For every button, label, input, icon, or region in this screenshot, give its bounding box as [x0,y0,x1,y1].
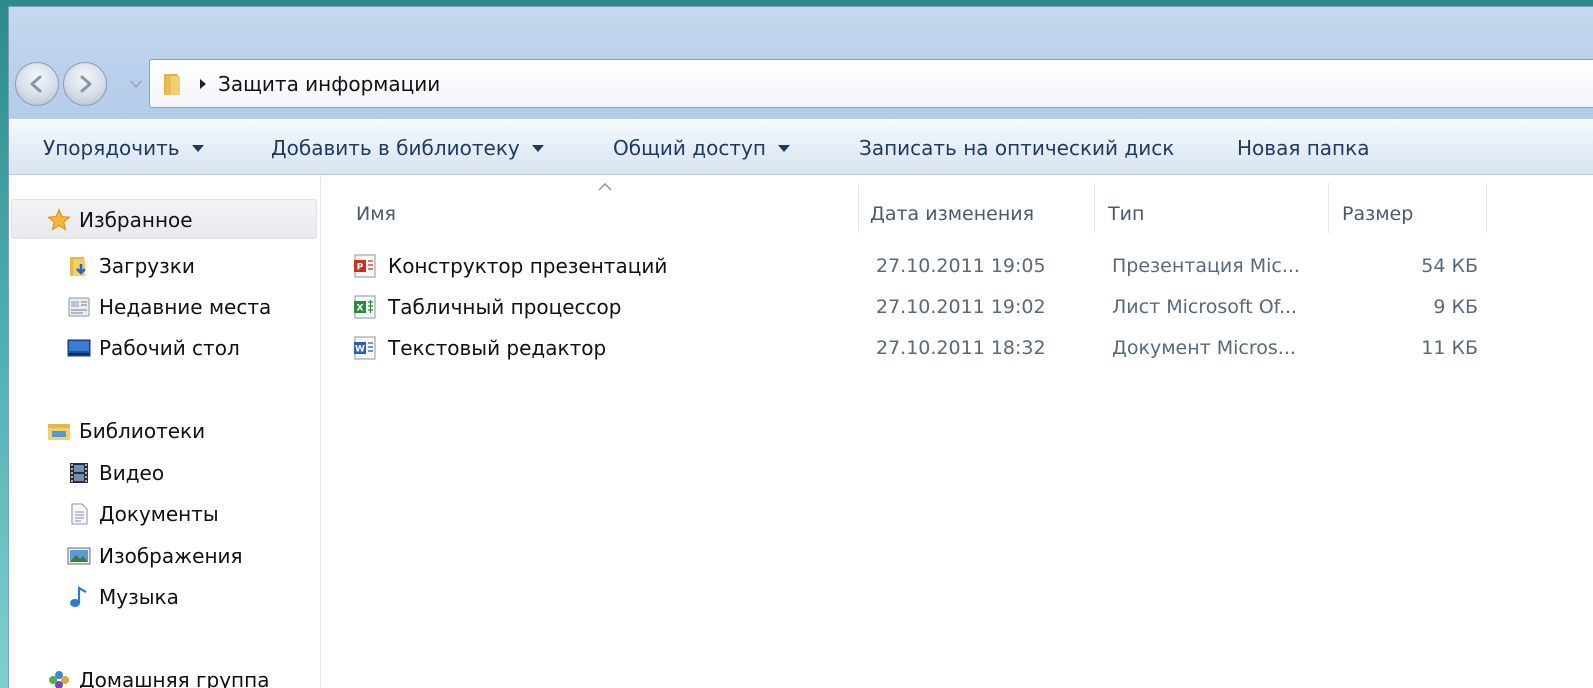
sidebar-item-label: Музыка [99,585,179,609]
sidebar-item-recent-places[interactable]: Недавние места [67,290,271,324]
file-size: 9 КБ [1433,296,1478,318]
sidebar-item-label: Недавние места [99,295,272,319]
column-header-type[interactable]: Тип [1108,189,1144,239]
sidebar-item-homegroup[interactable]: Домашняя группа [47,663,269,688]
explorer-window: Защита информации Упорядочить Добавить в… [8,6,1593,688]
forward-arrow-icon [80,75,92,93]
breadcrumb-current-folder[interactable]: Защита информации [218,72,440,96]
svg-text:P: P [357,263,364,273]
file-name-cell[interactable]: W Текстовый редактор [352,329,606,367]
date-modified: 27.10.2011 19:05 [876,255,1046,277]
column-divider[interactable] [1486,183,1487,233]
sidebar-item-video[interactable]: Видео [67,456,164,490]
recent-places-icon [68,297,90,317]
svg-text:W: W [355,345,365,355]
chevron-down-icon [191,144,204,152]
back-arrow-icon [30,75,42,93]
chevron-down-icon [777,144,790,152]
column-header-date[interactable]: Дата изменения [870,189,1034,239]
column-header-name[interactable]: Имя [356,189,396,239]
title-bar: Защита информации [9,7,1593,119]
sidebar-item-label: Изображения [99,544,243,568]
word-icon: W [354,336,376,360]
sidebar-item-documents[interactable]: Документы [67,497,219,531]
date-modified: 27.10.2011 18:32 [876,337,1046,359]
column-divider[interactable] [1328,183,1329,233]
recent-pages-dropdown-icon[interactable] [129,77,143,91]
command-bar: Упорядочить Добавить в библиотеку Общий … [9,119,1593,175]
file-name-cell[interactable]: X Табличный процессор [352,288,621,326]
homegroup-icon [49,671,69,688]
libraries-icon [48,424,70,440]
navigation-pane: Избранное Загрузки Недавние места Рабочи… [9,175,321,688]
burn-label: Записать на оптический диск [859,136,1175,160]
sidebar-item-libraries[interactable]: Библиотеки [47,414,205,448]
column-header-size[interactable]: Размер [1342,189,1413,239]
new-folder-button[interactable]: Новая папка [1237,120,1369,176]
file-list: Имя Дата изменения Тип Размер P Конструк… [322,175,1593,688]
organize-button[interactable]: Упорядочить [43,120,204,176]
address-bar[interactable]: Защита информации [149,59,1593,108]
sidebar-item-label: Избранное [79,208,193,232]
sidebar-item-label: Библиотеки [79,419,206,443]
file-type: Лист Microsoft Of... [1112,296,1298,318]
add-to-library-label: Добавить в библиотеку [271,136,520,160]
new-folder-label: Новая папка [1237,136,1370,160]
sort-ascending-icon [598,183,612,191]
share-label: Общий доступ [613,136,766,160]
add-to-library-button[interactable]: Добавить в библиотеку [271,120,544,176]
sidebar-item-desktop[interactable]: Рабочий стол [67,331,240,365]
file-name: Текстовый редактор [388,336,607,360]
chevron-down-icon [531,144,544,152]
column-divider[interactable] [858,183,859,233]
column-divider[interactable] [1094,183,1095,233]
music-icon [70,586,87,607]
sidebar-item-music[interactable]: Музыка [67,580,179,614]
sidebar-item-label: Документы [99,502,219,526]
excel-icon: X [354,295,376,319]
table-row[interactable]: P Конструктор презентаций 27.10.2011 19:… [352,247,1492,285]
downloads-folder-icon [70,257,86,276]
pictures-icon [67,547,91,565]
documents-icon [71,503,88,525]
sidebar-item-favorites[interactable]: Избранное [47,203,193,237]
sidebar-item-pictures[interactable]: Изображения [67,539,243,573]
sidebar-item-label: Загрузки [99,254,195,278]
table-row[interactable]: X Табличный процессор 27.10.2011 19:02 Л… [352,288,1492,326]
forward-button[interactable] [63,62,107,106]
burn-button[interactable]: Записать на оптический диск [859,120,1174,176]
organize-label: Упорядочить [43,136,180,160]
file-type: Документ Micros... [1112,337,1296,359]
desktop-icon [67,339,91,357]
breadcrumb-arrow-icon[interactable] [198,78,208,90]
star-icon [47,208,71,231]
file-name: Табличный процессор [388,295,622,319]
file-name-cell[interactable]: P Конструктор презентаций [352,247,667,285]
sidebar-item-label: Домашняя группа [79,668,270,688]
file-name: Конструктор презентаций [388,254,668,278]
sidebar-item-label: Видео [99,461,165,485]
svg-text:X: X [357,304,364,314]
video-icon [70,463,88,483]
file-size: 11 КБ [1421,337,1478,359]
powerpoint-icon: P [354,254,376,278]
sidebar-item-label: Рабочий стол [99,336,240,360]
folder-icon [164,73,180,95]
date-modified: 27.10.2011 19:02 [876,296,1046,318]
share-button[interactable]: Общий доступ [613,120,790,176]
sidebar-item-downloads[interactable]: Загрузки [67,249,195,283]
file-type: Презентация Mic... [1112,255,1300,277]
back-button[interactable] [15,62,59,106]
file-size: 54 КБ [1421,255,1478,277]
table-row[interactable]: W Текстовый редактор 27.10.2011 18:32 До… [352,329,1492,367]
